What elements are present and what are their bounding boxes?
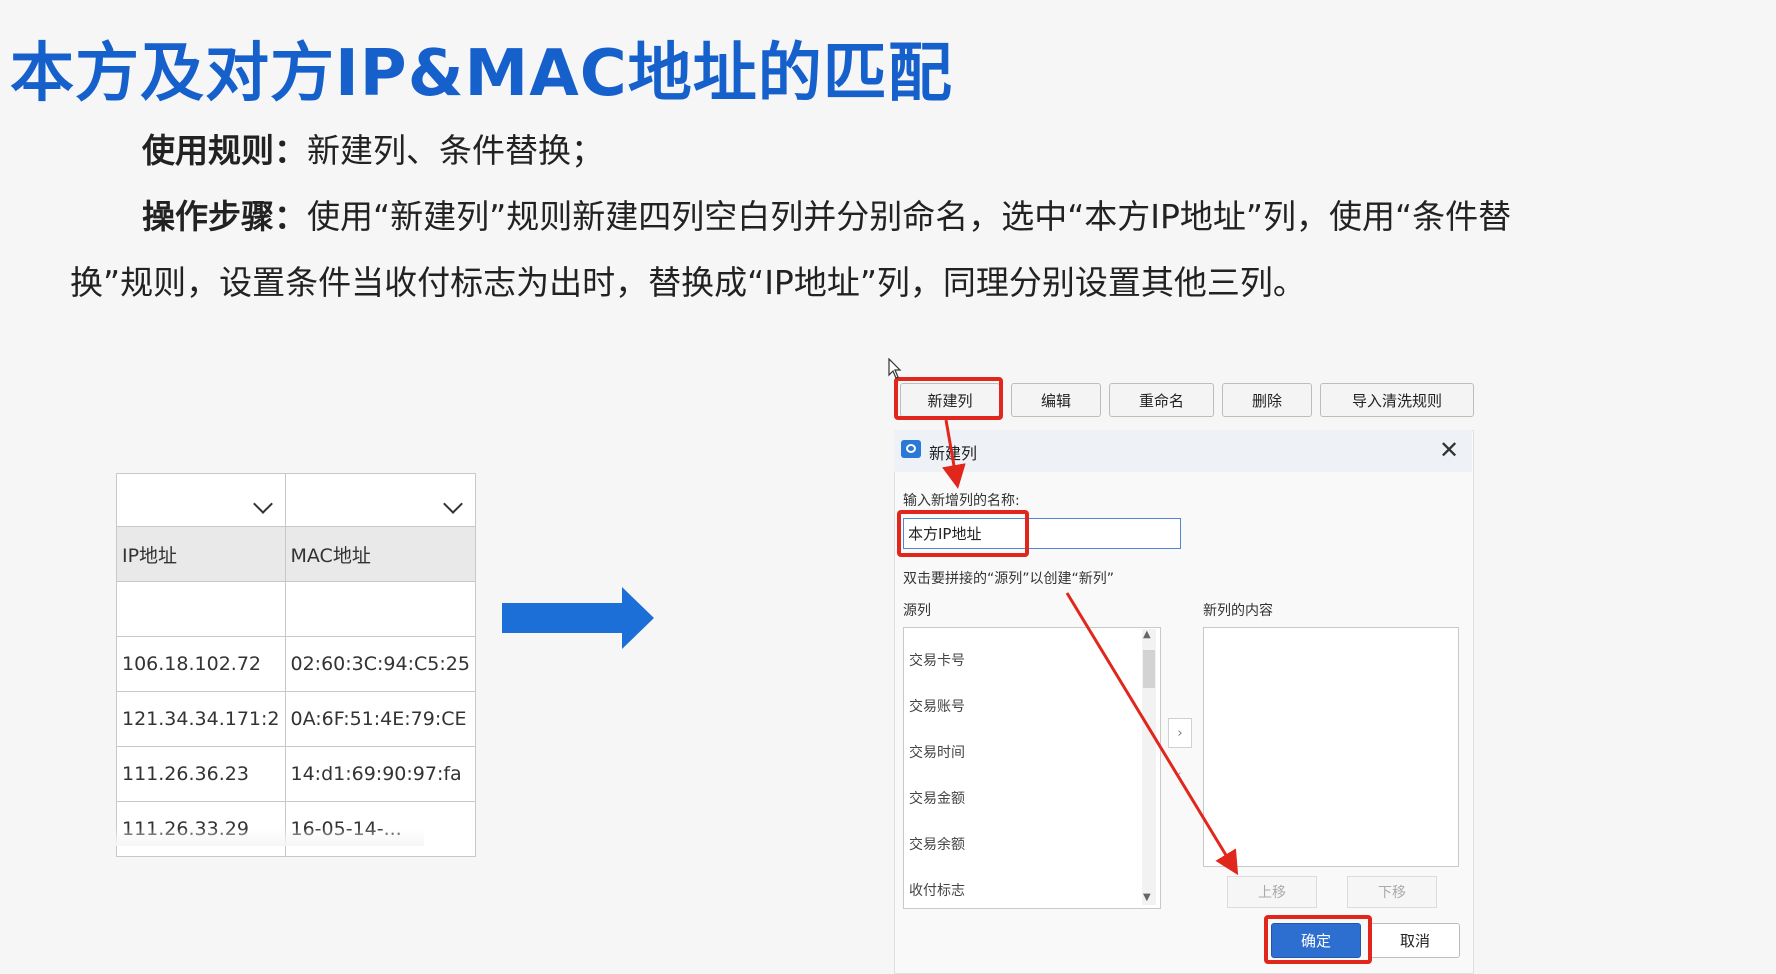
cursor-icon [888, 358, 902, 379]
rule-text: 新建列、条件替换； [307, 131, 604, 170]
source-columns-list[interactable]: 交易卡号 交易账号 交易时间 交易金额 交易余额 收付标志 [903, 627, 1161, 909]
data-table: IP地址 MAC地址 106.18.102.72 02:60:3C:94:C5:… [116, 473, 476, 857]
chevron-down-icon [252, 494, 273, 514]
table-row [116, 581, 476, 637]
chevron-left-icon: ‹ [1176, 767, 1182, 783]
list-item[interactable]: 交易金额 [909, 788, 965, 808]
list-item[interactable]: 交易卡号 [909, 650, 965, 670]
source-columns-label: 源列 [903, 603, 931, 619]
name-label: 输入新增列的名称: [903, 493, 1020, 509]
table-row: 106.18.102.72 02:60:3C:94:C5:25 [116, 636, 476, 692]
table-cell: 106.18.102.72 [116, 636, 286, 692]
table-row: 121.34.34.171:2 0A:6F:51:4E:79:CE [116, 691, 476, 747]
steps-line-2: 换”规则，设置条件当收付标志为出时，替换成“IP地址”列，同理分别设置其他三列。 [70, 263, 1306, 302]
table-cell: 121.34.34.171:2 [116, 691, 286, 747]
slide-title: 本方及对方IP&MAC地址的匹配 [10, 37, 953, 111]
right-arrow-icon [502, 587, 654, 649]
steps-text-1: 使用“新建列”规则新建四列空白列并分别命名，选中“本方IP地址”列，使用“条件替 [307, 197, 1512, 236]
table-row: 111.26.36.23 14:d1:69:90:97:fa [116, 746, 476, 802]
steps-label: 操作步骤： [142, 197, 307, 236]
column-dropdown[interactable] [116, 473, 286, 527]
column-header-mac[interactable]: MAC地址 [284, 526, 476, 582]
new-content-list[interactable] [1203, 627, 1459, 867]
table-cell: 0A:6F:51:4E:79:CE [284, 691, 476, 747]
rule-label: 使用规则： [142, 131, 307, 170]
highlight-name-input [897, 510, 1029, 557]
steps-line-1: 操作步骤：使用“新建列”规则新建四列空白列并分别命名，选中“本方IP地址”列，使… [142, 190, 1511, 238]
move-right-button[interactable]: › [1168, 718, 1192, 748]
list-item[interactable]: 交易时间 [909, 742, 965, 762]
hint-text: 双击要拼接的“源列”以创建“新列” [903, 571, 1115, 587]
chevron-right-icon: › [1177, 725, 1183, 741]
table-cell: 14:d1:69:90:97:fa [284, 746, 476, 802]
list-item[interactable]: 交易账号 [909, 696, 965, 716]
chevron-down-icon [443, 494, 463, 514]
list-item[interactable]: 交易余额 [909, 834, 965, 854]
table-cell: 02:60:3C:94:C5:25 [284, 636, 476, 692]
highlight-ok-button [1264, 915, 1372, 964]
highlight-new-column [894, 377, 1003, 420]
move-up-button[interactable]: 上移 [1227, 876, 1317, 908]
header-row: IP地址 MAC地址 [116, 526, 476, 582]
dialog-header [894, 430, 1472, 472]
table-cell: 111.26.36.23 [116, 746, 286, 802]
new-content-label: 新列的内容 [1203, 603, 1273, 619]
import-rules-button[interactable]: 导入清洗规则 [1320, 383, 1474, 417]
app-icon-inner [906, 444, 916, 453]
move-left-button[interactable]: ‹ [1168, 761, 1190, 789]
filter-row [116, 473, 476, 527]
move-down-button[interactable]: 下移 [1347, 876, 1437, 908]
scroll-down-icon[interactable]: ▼ [1143, 892, 1151, 903]
edit-button[interactable]: 编辑 [1011, 383, 1101, 417]
cancel-button[interactable]: 取消 [1370, 923, 1460, 958]
table-fade [116, 828, 424, 846]
dialog-title: 新建列 [929, 444, 978, 463]
table-cell [284, 581, 476, 637]
close-icon[interactable]: ✕ [1439, 436, 1459, 464]
delete-button[interactable]: 删除 [1222, 383, 1312, 417]
list-item[interactable]: 收付标志 [909, 880, 965, 900]
scrollbar-thumb[interactable] [1143, 650, 1155, 688]
column-dropdown[interactable] [284, 473, 476, 527]
table-cell [116, 581, 286, 637]
column-header-ip[interactable]: IP地址 [116, 526, 286, 582]
rename-button[interactable]: 重命名 [1109, 383, 1214, 417]
scroll-up-icon[interactable]: ▲ [1143, 629, 1151, 640]
rule-line: 使用规则：新建列、条件替换； [142, 124, 604, 172]
